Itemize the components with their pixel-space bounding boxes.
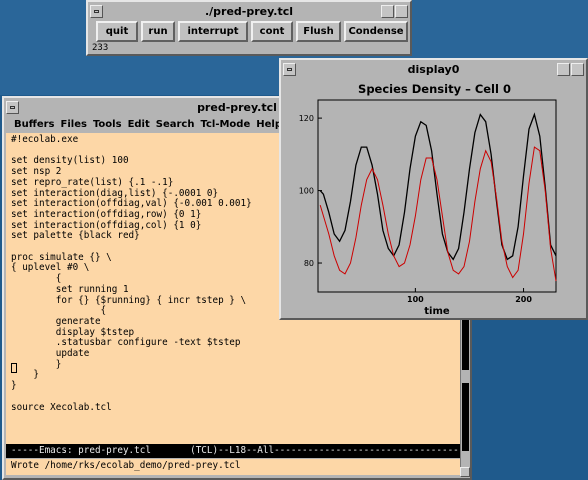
menu-tools[interactable]: Tools — [93, 119, 122, 130]
minimize-icon[interactable] — [557, 63, 570, 76]
chart-canvas: Species Density – Cell 0 80 100 120 100 200 t… — [284, 78, 585, 318]
display-window-titlebar[interactable]: display0 — [283, 62, 584, 77]
scrollbar-lower-trough[interactable] — [462, 383, 469, 451]
echo-area: Wrote /home/rks/ecolab_demo/pred-prey.tc… — [6, 459, 460, 475]
y-tick-label: 120 — [299, 114, 314, 123]
menu-buffers[interactable]: Buffers — [14, 119, 55, 130]
mode-line: -----Emacs: pred-prey.tcl (TCL)--L18--Al… — [6, 444, 460, 458]
control-window-title: ./pred-prey.tcl — [204, 5, 294, 18]
text-cursor — [11, 363, 17, 373]
control-window: ./pred-prey.tcl quit run interrupt cont … — [86, 0, 412, 56]
run-button[interactable]: run — [141, 21, 175, 42]
control-window-titlebar[interactable]: ./pred-prey.tcl — [90, 4, 408, 19]
window-menu-icon[interactable] — [283, 63, 296, 76]
x-axis-label: time — [424, 306, 450, 317]
window-menu-icon[interactable] — [90, 5, 103, 18]
menu-files[interactable]: Files — [61, 119, 87, 130]
quit-button[interactable]: quit — [96, 21, 138, 42]
menu-tcl-mode[interactable]: Tcl-Mode — [200, 119, 250, 130]
maximize-icon[interactable] — [395, 5, 408, 18]
x-tick-label: 200 — [515, 295, 532, 304]
menu-edit[interactable]: Edit — [128, 119, 150, 130]
display-window: display0 Species Density – Cell 0 80 100 1… — [279, 58, 588, 320]
display-window-title: display0 — [407, 63, 460, 76]
cont-button[interactable]: cont — [251, 21, 293, 42]
scrollbar-corner — [460, 467, 470, 477]
control-button-row: quit run interrupt cont Flush Condense — [96, 21, 408, 42]
density-chart: 80 100 120 100 200 time — [299, 99, 557, 317]
y-tick-label: 80 — [304, 259, 314, 268]
y-tick-label: 100 — [299, 187, 314, 196]
window-menu-icon[interactable] — [6, 101, 19, 114]
menu-search[interactable]: Search — [156, 119, 195, 130]
condense-button[interactable]: Condense — [344, 21, 408, 42]
maximize-icon[interactable] — [571, 63, 584, 76]
x-tick-label: 100 — [407, 295, 424, 304]
interrupt-button[interactable]: interrupt — [178, 21, 248, 42]
flush-button[interactable]: Flush — [296, 21, 341, 42]
minimize-icon[interactable] — [381, 5, 394, 18]
emacs-window-title: pred-prey.tcl — [197, 101, 277, 114]
statusbar: 233 — [92, 43, 109, 53]
